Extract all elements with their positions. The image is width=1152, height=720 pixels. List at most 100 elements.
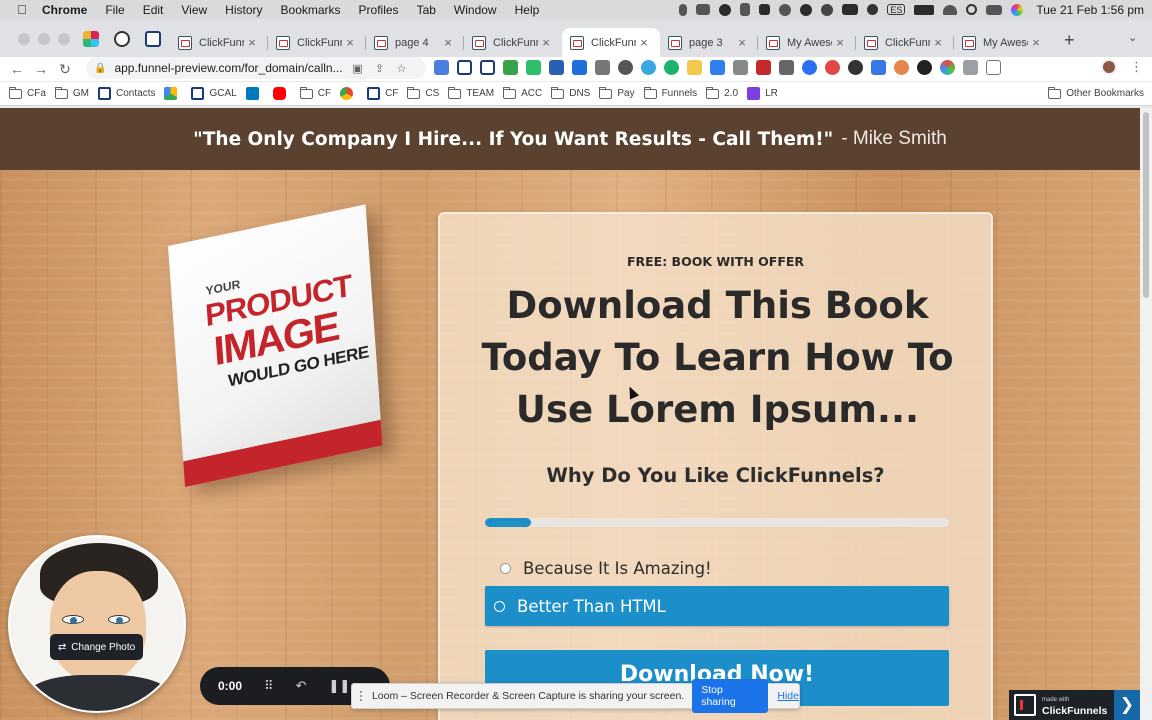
profile-avatar-icon[interactable]	[1101, 59, 1117, 75]
input-source-icon[interactable]: ES	[887, 4, 906, 15]
tab-close-icon[interactable]: ×	[538, 35, 554, 50]
minimize-window-icon[interactable]	[38, 33, 50, 45]
extension-icon[interactable]	[503, 60, 518, 75]
tab-page-3[interactable]: page 3 ×	[660, 28, 758, 57]
apple-menu-icon[interactable]: 	[12, 2, 32, 17]
battery-ext-icon[interactable]	[842, 4, 859, 15]
zoom-window-icon[interactable]	[58, 33, 70, 45]
tab-my-awesome-2[interactable]: My Aweso ×	[954, 28, 1052, 57]
tab-close-icon[interactable]: ×	[930, 35, 946, 50]
extension-icon[interactable]	[802, 60, 817, 75]
tab-close-icon[interactable]: ×	[832, 35, 848, 50]
bookmark-trello[interactable]	[245, 87, 264, 100]
brush-icon[interactable]	[779, 3, 792, 16]
tab-close-icon[interactable]: ×	[1028, 35, 1044, 50]
moon-icon[interactable]	[867, 4, 879, 15]
loom-camera-bubble[interactable]	[8, 535, 186, 713]
address-bar[interactable]: 🔒 app.funnel-preview.com/for_domain/call…	[86, 57, 426, 79]
close-window-icon[interactable]	[18, 33, 30, 45]
pinned-tab-intercom-icon[interactable]	[145, 31, 161, 47]
bookmark-folder-2-0[interactable]: 2.0	[706, 86, 738, 99]
tab-clickfunnels-active[interactable]: ClickFunn ×	[562, 28, 660, 57]
record-icon[interactable]	[719, 3, 732, 16]
chevron-right-icon[interactable]: ❯	[1114, 690, 1140, 720]
back-arrow-icon[interactable]: ←	[5, 61, 29, 77]
menu-profiles[interactable]: Profiles	[359, 3, 399, 17]
bookmark-folder-cfa[interactable]: CFa	[9, 86, 46, 99]
tab-close-icon[interactable]: ×	[440, 35, 456, 50]
bookmark-folder-team[interactable]: TEAM	[448, 86, 494, 99]
page-scrollbar[interactable]	[1140, 108, 1152, 720]
drag-grid-icon[interactable]: ⠿	[264, 678, 274, 694]
translate-extension-icon[interactable]	[434, 60, 449, 75]
change-photo-button[interactable]: ⇄ Change Photo	[50, 634, 143, 660]
extension-icon[interactable]	[457, 60, 472, 75]
puzzle-extensions-icon[interactable]	[963, 60, 978, 75]
bookmark-other-bookmarks[interactable]: Other Bookmarks	[1048, 86, 1144, 99]
kebab-menu-icon[interactable]: ⋮	[1130, 59, 1143, 75]
bookmark-chrome[interactable]	[340, 87, 358, 100]
extension-icon[interactable]	[549, 60, 564, 75]
bookmark-folder-acc[interactable]: ACC	[503, 86, 542, 99]
bookmark-drive[interactable]	[164, 87, 182, 100]
siri-icon[interactable]	[1011, 3, 1024, 16]
bookmark-youtube[interactable]	[272, 87, 291, 100]
tab-my-awesome-1[interactable]: My Aweso ×	[758, 28, 856, 57]
tab-clickfunnels-2[interactable]: ClickFunn ×	[268, 28, 366, 57]
extension-icon[interactable]	[756, 60, 771, 75]
menu-history[interactable]: History	[225, 3, 262, 17]
pinned-tab-slack-icon[interactable]	[83, 31, 99, 47]
new-tab-icon[interactable]: +	[1064, 30, 1075, 51]
extension-icon[interactable]	[480, 60, 495, 75]
extension-icon[interactable]	[733, 60, 748, 75]
tab-close-icon[interactable]: ×	[244, 35, 260, 50]
menu-tab[interactable]: Tab	[417, 3, 436, 17]
bookmark-lr[interactable]: LR	[747, 87, 778, 100]
hide-banner-link[interactable]: Hide	[777, 690, 799, 702]
tab-search-chevron-icon[interactable]: ⌄	[1128, 31, 1137, 44]
extension-icon[interactable]	[710, 60, 725, 75]
bookmark-folder-pay[interactable]: Pay	[599, 86, 635, 99]
screen-icon[interactable]	[696, 4, 711, 15]
extension-icon[interactable]	[917, 60, 932, 75]
wifi-icon[interactable]	[943, 4, 958, 15]
menubar-clock[interactable]: Tue 21 Feb 1:56 pm	[1036, 3, 1144, 17]
bookmark-gcal[interactable]: GCAL	[191, 87, 237, 100]
g-icon[interactable]	[821, 3, 834, 16]
radio-icon[interactable]	[500, 562, 511, 574]
tab-clickfunnels-1[interactable]: ClickFunn ×	[170, 28, 268, 57]
cast-icon[interactable]: ▣	[346, 62, 368, 75]
extension-icon[interactable]	[641, 60, 656, 75]
extension-icon[interactable]	[825, 60, 840, 75]
person-icon[interactable]	[759, 4, 771, 15]
extension-icon[interactable]	[848, 60, 863, 75]
drag-handle-icon[interactable]	[360, 691, 364, 701]
menu-edit[interactable]: Edit	[143, 3, 164, 17]
extension-icon[interactable]	[526, 60, 541, 75]
forward-arrow-icon[interactable]: →	[29, 61, 53, 77]
tab-page-4[interactable]: page 4 ×	[366, 28, 464, 57]
url-text[interactable]: app.funnel-preview.com/for_domain/calln.…	[114, 61, 346, 75]
battery-icon[interactable]	[914, 4, 935, 15]
calendar-extension-icon[interactable]	[572, 60, 587, 75]
extension-icon[interactable]	[894, 60, 909, 75]
share-icon[interactable]: ⇪	[368, 62, 390, 75]
bookmark-folder-funnels[interactable]: Funnels	[643, 86, 697, 99]
bookmark-folder-cf[interactable]: CF	[299, 86, 331, 99]
tab-close-icon[interactable]: ×	[636, 35, 652, 50]
search-icon[interactable]	[966, 4, 978, 15]
menu-bookmarks[interactable]: Bookmarks	[281, 3, 341, 17]
extension-icon[interactable]	[871, 60, 886, 75]
menu-app-chrome[interactable]: Chrome	[42, 3, 87, 17]
control-center-icon[interactable]	[986, 4, 1003, 15]
menu-file[interactable]: File	[105, 3, 124, 17]
check-icon[interactable]	[800, 3, 813, 16]
mail-extension-icon[interactable]	[595, 60, 610, 75]
bookmark-folder-gm[interactable]: GM	[54, 86, 89, 99]
bookmark-star-icon[interactable]: ☆	[390, 62, 412, 75]
tab-close-icon[interactable]: ×	[342, 35, 358, 50]
camera-extension-icon[interactable]	[779, 60, 794, 75]
bookmark-folder-dns[interactable]: DNS	[551, 86, 590, 99]
extension-icon[interactable]	[687, 60, 702, 75]
tab-close-icon[interactable]: ×	[734, 35, 750, 50]
